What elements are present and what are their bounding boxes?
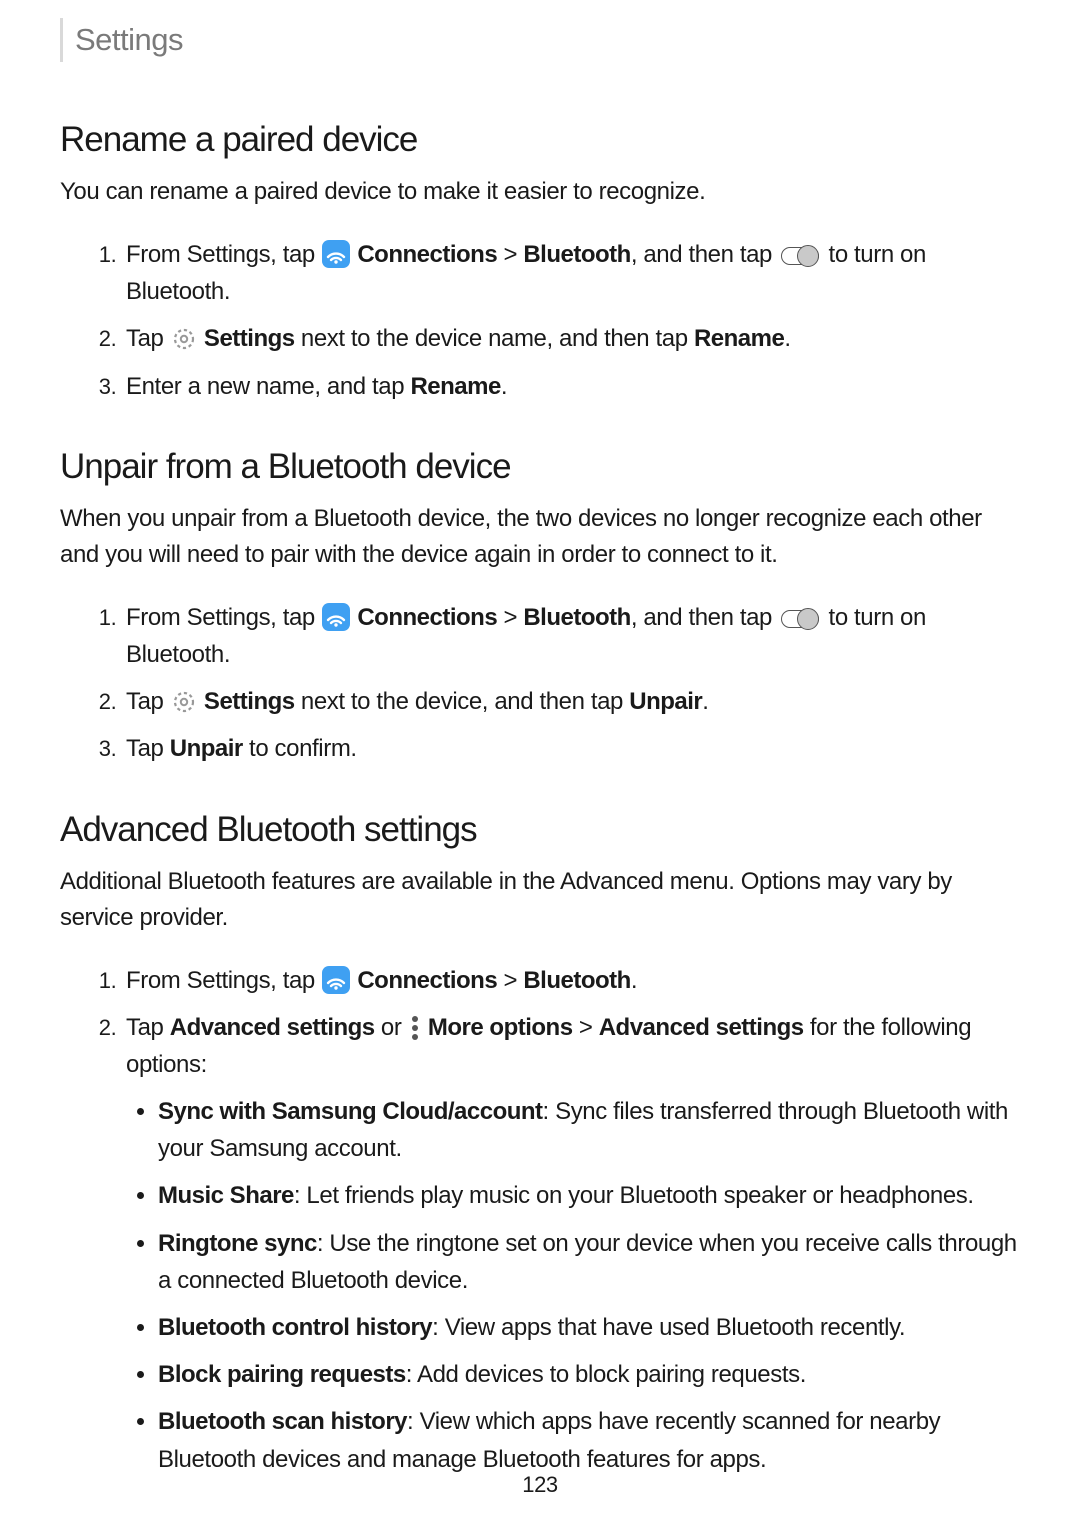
document-page: Settings Rename a paired device You can … — [0, 0, 1080, 1528]
list-item: Ringtone sync: Use the ringtone set on y… — [158, 1225, 1020, 1299]
step-item: Tap Advanced settings or More options > … — [122, 1009, 1020, 1478]
gear-icon — [171, 326, 197, 352]
step-item: From Settings, tap Connections > Bluetoo… — [122, 962, 1020, 999]
section-intro-unpair: When you unpair from a Bluetooth device,… — [60, 501, 1020, 573]
steps-rename: From Settings, tap Connections > Bluetoo… — [60, 236, 1020, 405]
connections-icon — [322, 240, 350, 268]
advanced-options-list: Sync with Samsung Cloud/account: Sync fi… — [126, 1093, 1020, 1478]
list-item: Music Share: Let friends play music on y… — [158, 1177, 1020, 1214]
header-breadcrumb: Settings — [60, 18, 1020, 62]
step-item: Tap Unpair to confirm. — [122, 730, 1020, 767]
step-item: Tap Settings next to the device name, an… — [122, 320, 1020, 357]
section-heading-advanced: Advanced Bluetooth settings — [60, 810, 1020, 850]
steps-advanced: From Settings, tap Connections > Bluetoo… — [60, 962, 1020, 1478]
section-intro-rename: You can rename a paired device to make i… — [60, 174, 1020, 210]
toggle-icon — [779, 607, 821, 631]
toggle-icon — [779, 244, 821, 268]
connections-icon — [322, 603, 350, 631]
more-options-icon — [409, 1015, 421, 1041]
steps-unpair: From Settings, tap Connections > Bluetoo… — [60, 599, 1020, 768]
page-number: 123 — [0, 1472, 1080, 1498]
step-item: Tap Settings next to the device, and the… — [122, 683, 1020, 720]
list-item: Sync with Samsung Cloud/account: Sync fi… — [158, 1093, 1020, 1167]
connections-icon — [322, 966, 350, 994]
section-heading-rename: Rename a paired device — [60, 120, 1020, 160]
list-item: Bluetooth scan history: View which apps … — [158, 1403, 1020, 1477]
section-intro-advanced: Additional Bluetooth features are availa… — [60, 864, 1020, 936]
header-title: Settings — [75, 22, 183, 58]
step-item: Enter a new name, and tap Rename. — [122, 368, 1020, 405]
section-heading-unpair: Unpair from a Bluetooth device — [60, 447, 1020, 487]
list-item: Block pairing requests: Add devices to b… — [158, 1356, 1020, 1393]
list-item: Bluetooth control history: View apps tha… — [158, 1309, 1020, 1346]
step-item: From Settings, tap Connections > Bluetoo… — [122, 599, 1020, 673]
step-item: From Settings, tap Connections > Bluetoo… — [122, 236, 1020, 310]
gear-icon — [171, 689, 197, 715]
